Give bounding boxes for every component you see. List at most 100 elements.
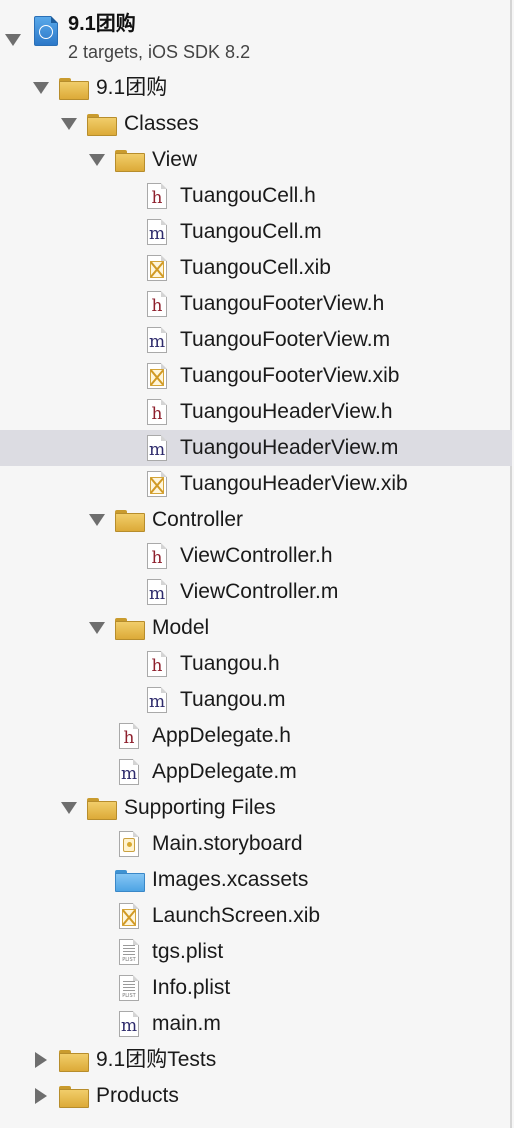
folder-icon	[115, 510, 145, 532]
tree-row-file[interactable]: h ViewController.h	[0, 538, 512, 574]
folder-icon	[115, 150, 145, 172]
tree-row-file[interactable]: h TuangouFooterView.h	[0, 286, 512, 322]
xib-file-icon	[119, 903, 139, 929]
disclosure-triangle-icon[interactable]	[87, 142, 107, 178]
tree-row-label: tgs.plist	[152, 940, 224, 963]
disclosure-triangle-icon[interactable]	[31, 70, 51, 106]
tree-row-group[interactable]: Supporting Files	[0, 790, 512, 826]
tree-row-group[interactable]: View	[0, 142, 512, 178]
storyboard-file-icon	[119, 831, 139, 857]
tree-row-group[interactable]: 9.1团购	[0, 70, 512, 106]
header-file-icon: h	[147, 291, 167, 317]
tree-row-label: TuangouCell.m	[180, 220, 322, 243]
xib-file-icon	[147, 471, 167, 497]
tree-row-file[interactable]: m TuangouCell.m	[0, 214, 512, 250]
tree-row-label: ViewController.m	[180, 580, 339, 603]
folder-icon	[87, 114, 117, 136]
tree-row-label: TuangouCell.h	[180, 184, 316, 207]
disclosure-triangle-icon[interactable]	[59, 790, 79, 826]
tree-row-label: Products	[96, 1084, 179, 1107]
tree-row-label: TuangouHeaderView.h	[180, 400, 393, 423]
header-file-icon: h	[119, 723, 139, 749]
folder-icon	[115, 618, 145, 640]
tree-row-group[interactable]: Products	[0, 1078, 512, 1114]
tree-row-file[interactable]: Images.xcassets	[0, 862, 512, 898]
tree-row-label: TuangouHeaderView.xib	[180, 472, 408, 495]
tree-row-group[interactable]: Classes	[0, 106, 512, 142]
project-title: 9.1团购	[68, 13, 136, 35]
tree-row-file-selected[interactable]: m TuangouHeaderView.m	[0, 430, 512, 466]
header-file-icon: h	[147, 183, 167, 209]
project-subtitle: 2 targets, iOS SDK 8.2	[68, 42, 251, 62]
tree-row-file[interactable]: Main.storyboard	[0, 826, 512, 862]
project-navigator: 9.1团购 2 targets, iOS SDK 8.2 9.1团购 Class…	[0, 0, 512, 1128]
folder-icon	[87, 798, 117, 820]
folder-icon	[59, 1086, 89, 1108]
implementation-file-icon: m	[147, 687, 167, 713]
tree-row-file[interactable]: TuangouFooterView.xib	[0, 358, 512, 394]
plist-file-icon: PLIST	[119, 975, 139, 1001]
xcode-project-icon	[34, 16, 58, 46]
tree-row-label: TuangouFooterView.m	[180, 328, 391, 351]
disclosure-triangle-icon[interactable]	[87, 610, 107, 646]
header-file-icon: h	[147, 651, 167, 677]
tree-row-label: AppDelegate.h	[152, 724, 291, 747]
implementation-file-icon: m	[147, 327, 167, 353]
tree-row-label: ViewController.h	[180, 544, 333, 567]
disclosure-triangle-icon[interactable]	[59, 106, 79, 142]
tree-row-file[interactable]: m ViewController.m	[0, 574, 512, 610]
tree-row-file[interactable]: m Tuangou.m	[0, 682, 512, 718]
header-file-icon: h	[147, 543, 167, 569]
tree-row-label: LaunchScreen.xib	[152, 904, 321, 927]
tree-row-file[interactable]: TuangouCell.xib	[0, 250, 512, 286]
tree-row-file[interactable]: m TuangouFooterView.m	[0, 322, 512, 358]
tree-row-label: TuangouFooterView.xib	[180, 364, 400, 387]
implementation-file-icon: m	[147, 435, 167, 461]
tree-row-label: TuangouFooterView.h	[180, 292, 385, 315]
tree-row-label: Images.xcassets	[152, 868, 309, 891]
disclosure-triangle-icon[interactable]	[31, 1078, 51, 1114]
tree-row-label: Model	[152, 616, 210, 639]
tree-row-group[interactable]: Controller	[0, 502, 512, 538]
tree-row-file[interactable]: m AppDelegate.m	[0, 754, 512, 790]
tree-row-label: 9.1团购	[96, 76, 168, 99]
implementation-file-icon: m	[147, 579, 167, 605]
asset-catalog-folder-icon	[115, 870, 145, 892]
tree-row-file[interactable]: PLIST Info.plist	[0, 970, 512, 1006]
tree-row-group[interactable]: 9.1团购Tests	[0, 1042, 512, 1078]
disclosure-triangle-icon[interactable]	[31, 1042, 51, 1078]
tree-row-label: Main.storyboard	[152, 832, 303, 855]
tree-row-file[interactable]: h AppDelegate.h	[0, 718, 512, 754]
tree-row-label: Controller	[152, 508, 244, 531]
xib-file-icon	[147, 363, 167, 389]
plist-file-icon: PLIST	[119, 939, 139, 965]
tree-row-file[interactable]: h Tuangou.h	[0, 646, 512, 682]
implementation-file-icon: m	[119, 759, 139, 785]
tree-row-group[interactable]: Model	[0, 610, 512, 646]
tree-row-file[interactable]: PLIST tgs.plist	[0, 934, 512, 970]
tree-row-file[interactable]: h TuangouCell.h	[0, 178, 512, 214]
implementation-file-icon: m	[147, 219, 167, 245]
disclosure-triangle-icon[interactable]	[87, 502, 107, 538]
tree-row-label: Classes	[124, 112, 199, 135]
tree-row-label: Supporting Files	[124, 796, 276, 819]
tree-row-label: AppDelegate.m	[152, 760, 297, 783]
folder-icon	[59, 1050, 89, 1072]
disclosure-triangle-icon[interactable]	[3, 22, 23, 58]
tree-row-label: View	[152, 148, 198, 171]
tree-row-label: 9.1团购Tests	[96, 1048, 217, 1071]
xib-file-icon	[147, 255, 167, 281]
tree-row-label: main.m	[152, 1012, 221, 1035]
tree-row-file[interactable]: LaunchScreen.xib	[0, 898, 512, 934]
tree-row-label: Info.plist	[152, 976, 231, 999]
folder-icon	[59, 78, 89, 100]
header-file-icon: h	[147, 399, 167, 425]
tree-row-file[interactable]: TuangouHeaderView.xib	[0, 466, 512, 502]
tree-row-label: TuangouHeaderView.m	[180, 436, 399, 459]
tree-row-file[interactable]: m main.m	[0, 1006, 512, 1042]
tree-row-label: TuangouCell.xib	[180, 256, 331, 279]
implementation-file-icon: m	[119, 1011, 139, 1037]
tree-row-file[interactable]: h TuangouHeaderView.h	[0, 394, 512, 430]
tree-row-label: Tuangou.m	[180, 688, 286, 711]
tree-row-label: Tuangou.h	[180, 652, 280, 675]
